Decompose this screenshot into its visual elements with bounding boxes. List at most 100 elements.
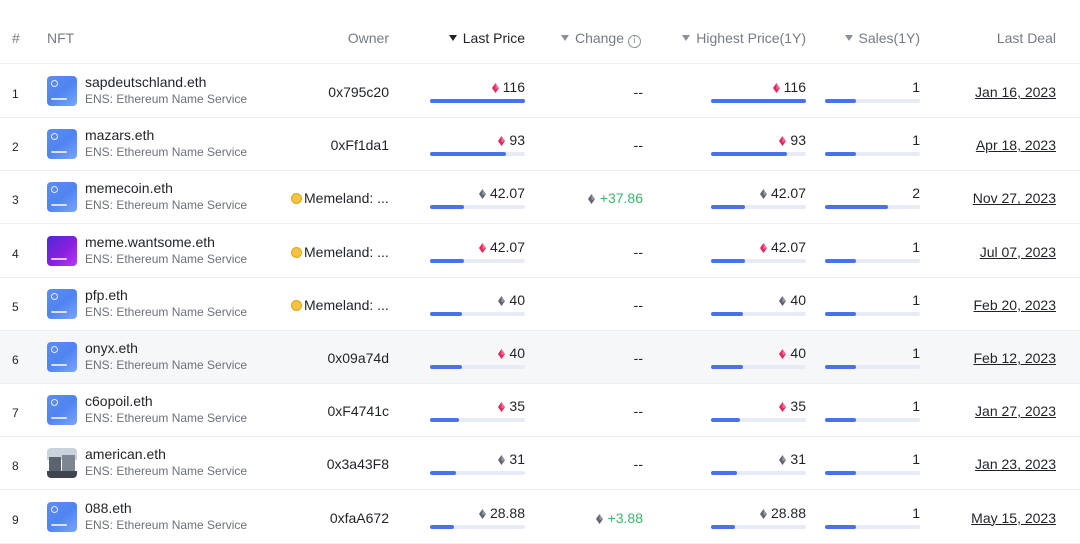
nft-thumbnail[interactable] [47,342,77,372]
nft-name[interactable]: pfp.eth [85,287,128,303]
highest-price: 35 [711,398,806,414]
price-change-value: +3.88 [607,509,643,526]
owner-link[interactable]: Memeland: ... [291,190,400,206]
nft-name[interactable]: c6opoil.eth [85,393,153,409]
header-sales[interactable]: Sales(1Y) [820,30,920,46]
nft-collection[interactable]: ENS: Ethereum Name Service [85,518,247,532]
last-price-bar-fill [430,418,459,423]
last-deal-date[interactable]: Jul 07, 2023 [940,244,1056,260]
owner-link[interactable]: 0xF4741c [280,403,389,419]
sales-bar [825,524,920,529]
nft-collection[interactable]: ENS: Ethereum Name Service [85,305,247,319]
nft-name[interactable]: american.eth [85,446,166,462]
ethereum-icon [587,194,595,205]
nft-thumbnail[interactable] [47,76,77,106]
nft-thumbnail[interactable] [47,448,77,479]
last-price-value: 40 [509,345,525,361]
highest-price-value: 93 [790,132,806,149]
sort-caret-icon [844,35,853,41]
header-owner[interactable]: Owner [300,30,389,46]
last-deal-date[interactable]: May 15, 2023 [940,510,1056,526]
owner-link[interactable]: 0xFf1da1 [280,137,389,153]
nft-thumbnail[interactable] [47,288,77,319]
ethereum-icon [491,83,499,93]
owner-link[interactable]: Memeland: ... [291,244,400,260]
table-row[interactable]: 9 088.eth ENS: Ethereum Name Service 0xfaA6… [0,491,1080,544]
sales-bar-fill [825,365,857,369]
table-row[interactable]: 4 meme.wantsome.eth ENS: Ethereum Name Ser… [0,225,1080,278]
table-row[interactable]: 2 mazars.eth ENS: Ethereum Name Service 0xF… [0,118,1080,172]
nft-thumbnail[interactable] [47,129,77,160]
table-row[interactable]: 7 c6opoil.eth ENS: Ethereum Name Service 0x… [0,384,1080,438]
last-price-bar-fill [430,99,525,103]
last-deal-date[interactable]: Feb 12, 2023 [940,350,1056,366]
highest-price: 93 [711,132,806,148]
ethereum-icon [595,513,603,524]
price-change-value: +37.86 [599,190,643,207]
nft-collection[interactable]: ENS: Ethereum Name Service [85,411,247,425]
nft-name[interactable]: meme.wantsome.eth [85,234,215,250]
highest-price-bar-fill [711,365,744,369]
table-row[interactable]: 6 onyx.eth ENS: Ethereum Name Service 0x09a… [0,331,1080,384]
nft-thumbnail[interactable] [47,182,77,213]
last-price-bar-fill [430,471,456,476]
sales-count: 1 [912,398,920,415]
sales-count: 2 [912,185,920,202]
ethereum-icon [759,189,767,200]
nft-collection[interactable]: ENS: Ethereum Name Service [85,358,247,372]
nft-name[interactable]: memecoin.eth [85,180,173,196]
sales-count: 1 [912,132,920,149]
nft-collection[interactable]: ENS: Ethereum Name Service [85,198,247,212]
last-price: 42.07 [430,185,525,201]
nft-name[interactable]: mazars.eth [85,127,154,143]
nft-name[interactable]: onyx.eth [85,340,138,356]
owner-link[interactable]: Memeland: ... [291,297,400,313]
sales-bar-fill [825,258,857,263]
nft-name[interactable]: sapdeutschland.eth [85,74,206,90]
last-price: 31 [430,451,525,467]
nft-thumbnail[interactable] [47,501,77,532]
last-price-value: 116 [502,79,525,95]
highest-price-bar [711,365,806,369]
nft-thumbnail[interactable] [47,395,77,426]
ethereum-icon [478,189,486,200]
header-change[interactable]: Change i [540,30,641,48]
owner-link[interactable]: 0x3a43F8 [280,456,389,472]
highest-price-bar-fill [711,99,806,103]
last-price: 35 [430,398,525,414]
table-row[interactable]: 3 memecoin.eth ENS: Ethereum Name Service M… [0,171,1080,225]
owner-link[interactable]: 0x09a74d [280,350,389,366]
ethereum-icon [498,136,506,147]
last-deal-date[interactable]: Apr 18, 2023 [940,137,1056,153]
last-deal-date[interactable]: Nov 27, 2023 [940,190,1056,206]
last-price-bar [430,152,525,157]
last-deal-date[interactable]: Feb 20, 2023 [940,297,1056,313]
sales-bar [825,418,920,423]
nft-collection[interactable]: ENS: Ethereum Name Service [85,464,247,478]
last-deal-date[interactable]: Jan 23, 2023 [940,456,1056,472]
row-index: 1 [12,87,19,101]
highest-price-bar [711,258,806,263]
nft-name[interactable]: 088.eth [85,500,132,516]
nft-thumbnail[interactable] [47,235,77,266]
ethereum-icon [772,83,780,93]
nft-collection[interactable]: ENS: Ethereum Name Service [85,92,247,106]
price-change-value: -- [633,350,643,366]
info-icon[interactable]: i [628,35,641,48]
header-highest-price[interactable]: Highest Price(1Y) [660,30,806,46]
owner-link[interactable]: 0x795c20 [280,84,389,100]
header-last-price[interactable]: Last Price [430,30,525,46]
owner-link[interactable]: 0xfaA672 [280,510,389,526]
nft-sales-table: # NFT Owner Last Price Change i Highest P… [0,0,1080,544]
nft-collection[interactable]: ENS: Ethereum Name Service [85,145,247,159]
header-nft[interactable]: NFT [47,30,74,46]
nft-collection[interactable]: ENS: Ethereum Name Service [85,252,247,266]
last-deal-date[interactable]: Jan 27, 2023 [940,403,1056,419]
ethereum-icon [498,455,506,466]
table-row[interactable]: 5 pfp.eth ENS: Ethereum Name Service Memela… [0,278,1080,331]
table-row[interactable]: 8 american.eth ENS: Ethereum Name Service 0… [0,437,1080,491]
last-deal-date[interactable]: Jan 16, 2023 [940,84,1056,100]
header-last-deal[interactable]: Last Deal [960,30,1056,46]
sales-count: 1 [912,504,920,521]
table-row[interactable]: 1 sapdeutschland.eth ENS: Ethereum Name Se… [0,65,1080,118]
